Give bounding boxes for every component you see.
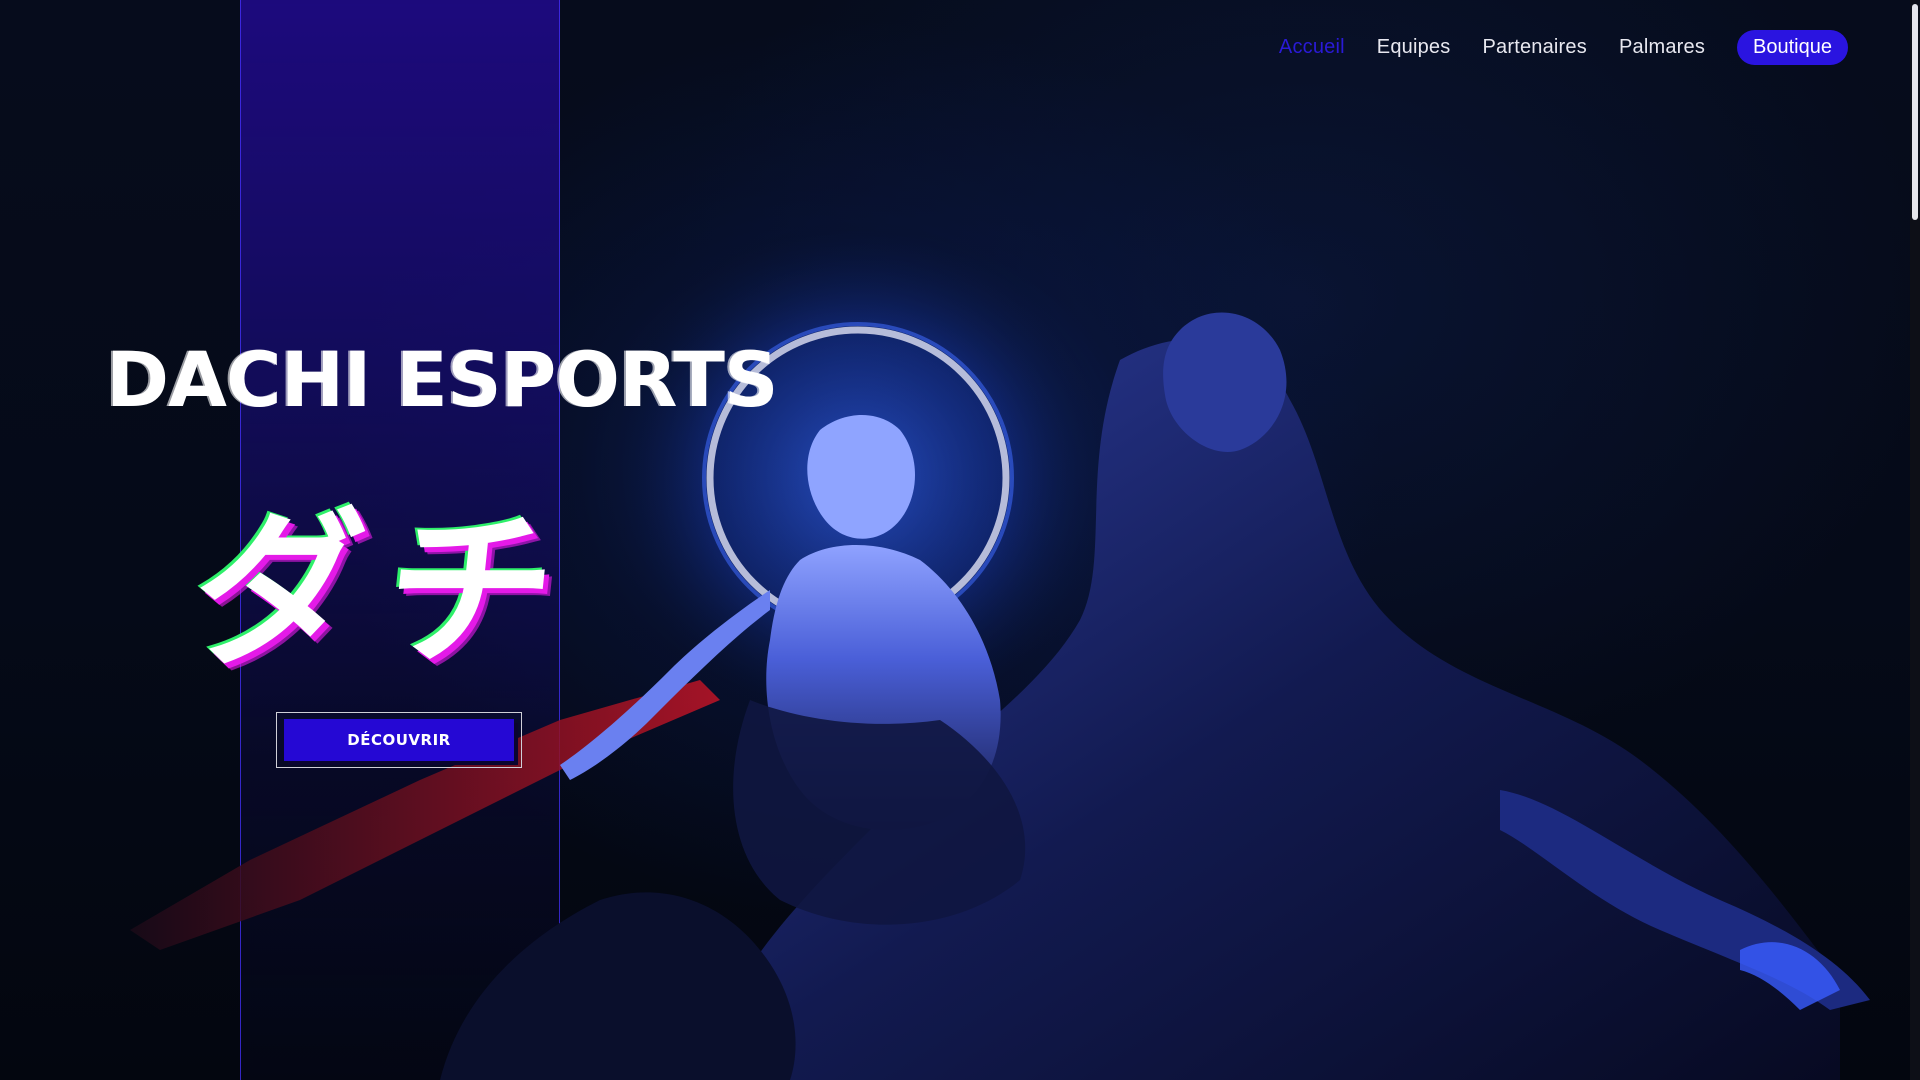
- scrollbar-thumb[interactable]: [1912, 4, 1918, 220]
- nav-link-equipes[interactable]: Equipes: [1377, 36, 1451, 59]
- hero-page: Accueil Equipes Partenaires Palmares Bou…: [0, 0, 1920, 1080]
- main-navigation: Accueil Equipes Partenaires Palmares Bou…: [1279, 30, 1848, 65]
- decouvrir-button[interactable]: DÉCOUVRIR: [284, 719, 514, 761]
- nav-link-partenaires[interactable]: Partenaires: [1482, 36, 1586, 59]
- foreground-shape: [440, 892, 796, 1080]
- nav-link-palmares[interactable]: Palmares: [1619, 36, 1705, 59]
- hero-kana-logo: ダチ: [184, 493, 589, 689]
- hero-title: DACHI ESPORTS: [106, 335, 779, 424]
- nav-link-accueil[interactable]: Accueil: [1279, 36, 1345, 59]
- scrollbar[interactable]: [1910, 0, 1920, 1080]
- boutique-button[interactable]: Boutique: [1737, 30, 1848, 65]
